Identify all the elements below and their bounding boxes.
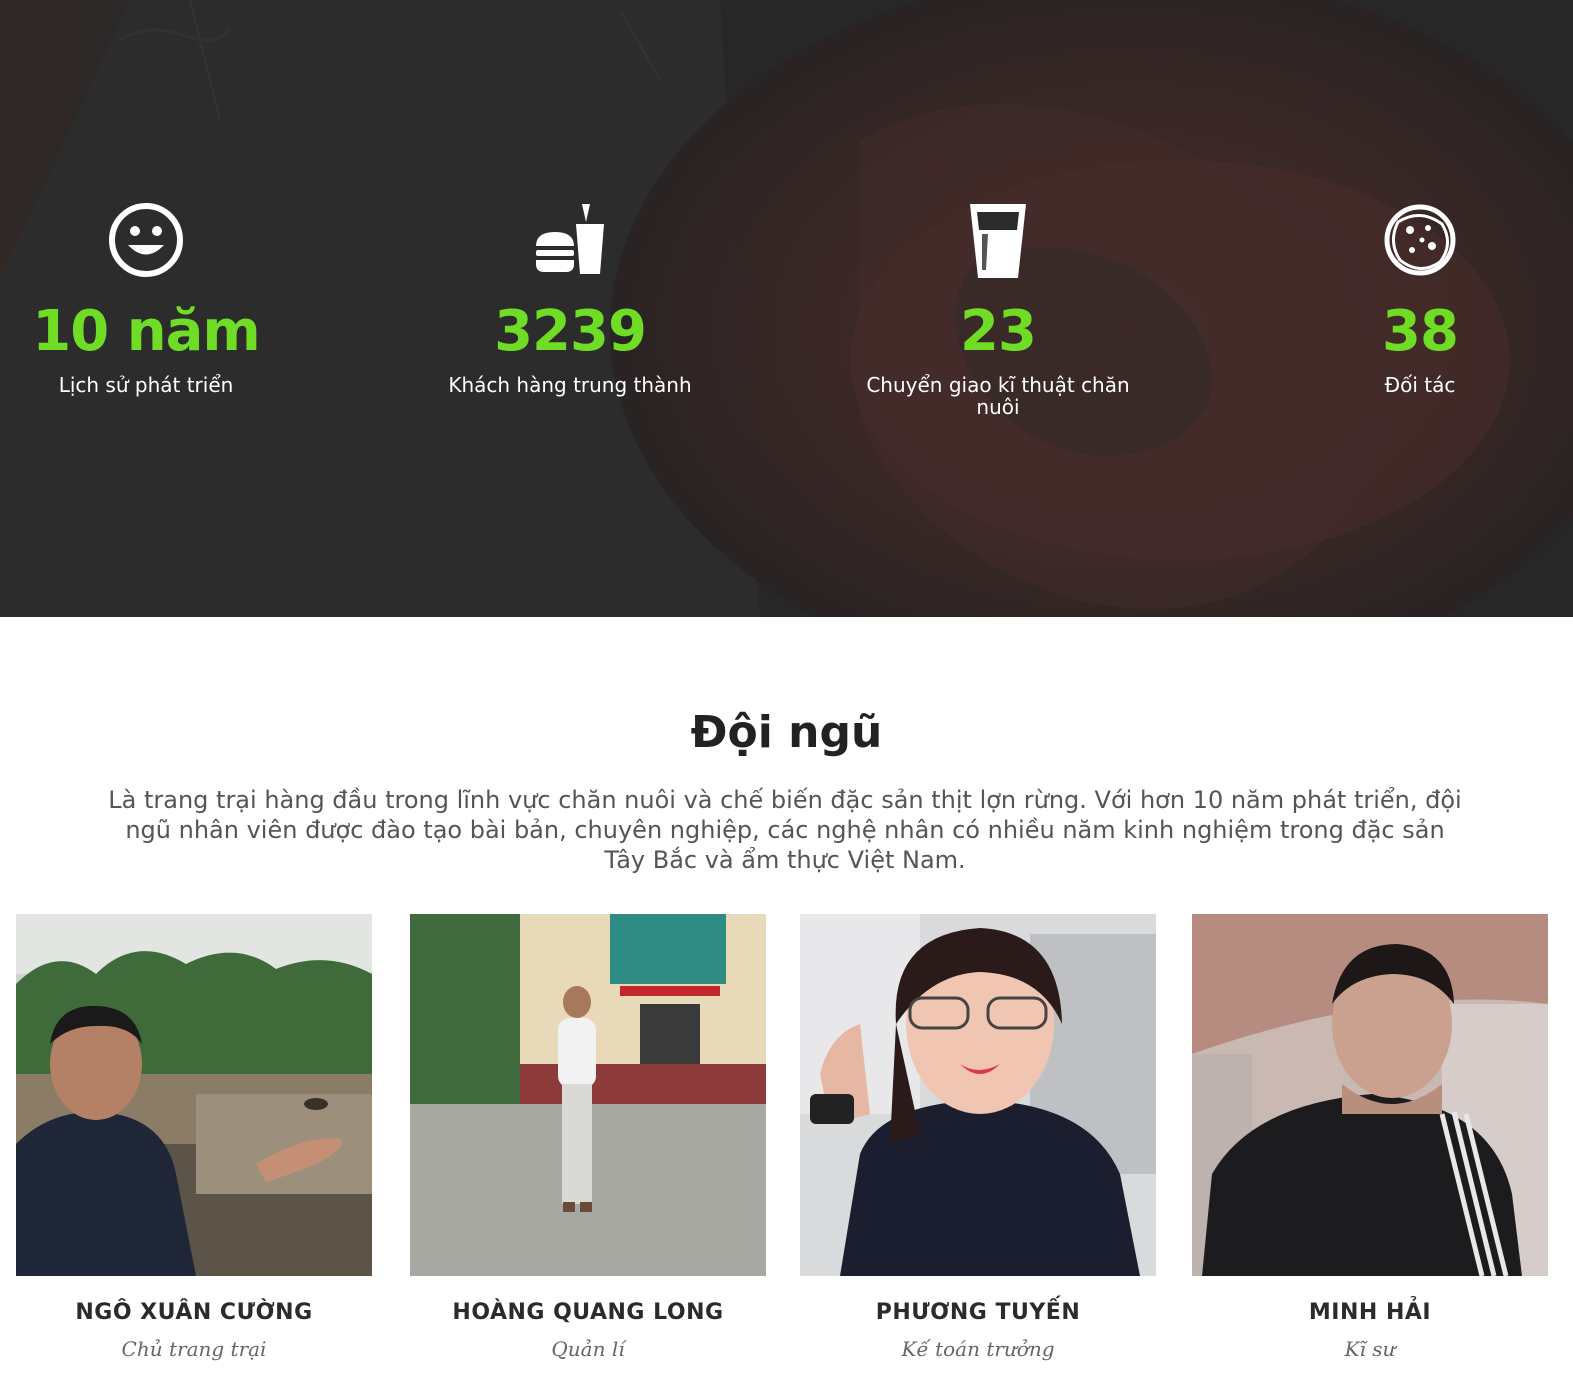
stat-value: 23 <box>960 299 1037 364</box>
team-heading: Đội ngũ <box>690 707 883 758</box>
smiley-icon <box>109 203 183 277</box>
stat-tech-transfer: 23 Chuyển giao kĩ thuật chăn nuôi <box>838 200 1158 418</box>
member-photo <box>1192 914 1548 1276</box>
burger-drink-icon <box>536 204 604 274</box>
stat-history: 10 năm Lịch sử phát triển <box>0 200 306 396</box>
team-member-card[interactable]: HOÀNG QUANG LONG Quản lí <box>410 914 766 1361</box>
glass-icon <box>970 204 1026 278</box>
stat-label: Chuyển giao kĩ thuật chăn nuôi <box>866 373 1130 419</box>
member-role: Quản lí <box>551 1337 625 1361</box>
team-member-card[interactable]: PHƯƠNG TUYẾN Kế toán trưởng <box>800 914 1156 1361</box>
member-photo <box>16 914 372 1276</box>
team-description: Là trang trại hàng đầu trong lĩnh vực ch… <box>108 786 1462 874</box>
team-member-card[interactable]: NGÔ XUÂN CƯỜNG Chủ trang trại <box>16 914 372 1361</box>
member-photo <box>800 914 1156 1276</box>
stat-partners: 38 Đối tác <box>1260 200 1573 396</box>
cookie-icon <box>1384 204 1456 276</box>
stat-label: Lịch sử phát triển <box>58 373 234 397</box>
stat-value: 3239 <box>494 299 647 364</box>
member-role: Kế toán trưởng <box>901 1337 1055 1361</box>
member-role: Kĩ sư <box>1344 1337 1396 1361</box>
member-name: NGÔ XUÂN CƯỜNG <box>75 1300 313 1325</box>
member-photo <box>410 914 766 1276</box>
stat-label: Đối tác <box>1384 373 1456 397</box>
member-role: Chủ trang trại <box>121 1337 267 1361</box>
stat-value: 10 năm <box>32 299 260 364</box>
stat-value: 38 <box>1382 299 1459 364</box>
member-name: PHƯƠNG TUYẾN <box>875 1300 1081 1325</box>
member-name: HOÀNG QUANG LONG <box>452 1300 724 1325</box>
team-member-card[interactable]: MINH HẢI Kĩ sư <box>1192 914 1548 1361</box>
member-name: MINH HẢI <box>1308 1300 1432 1325</box>
stat-label: Khách hàng trung thành <box>448 373 692 397</box>
stat-customers: 3239 Khách hàng trung thành <box>410 200 730 396</box>
stats-section: 10 năm Lịch sử phát triển 3239 Khách hàn… <box>0 0 1573 617</box>
